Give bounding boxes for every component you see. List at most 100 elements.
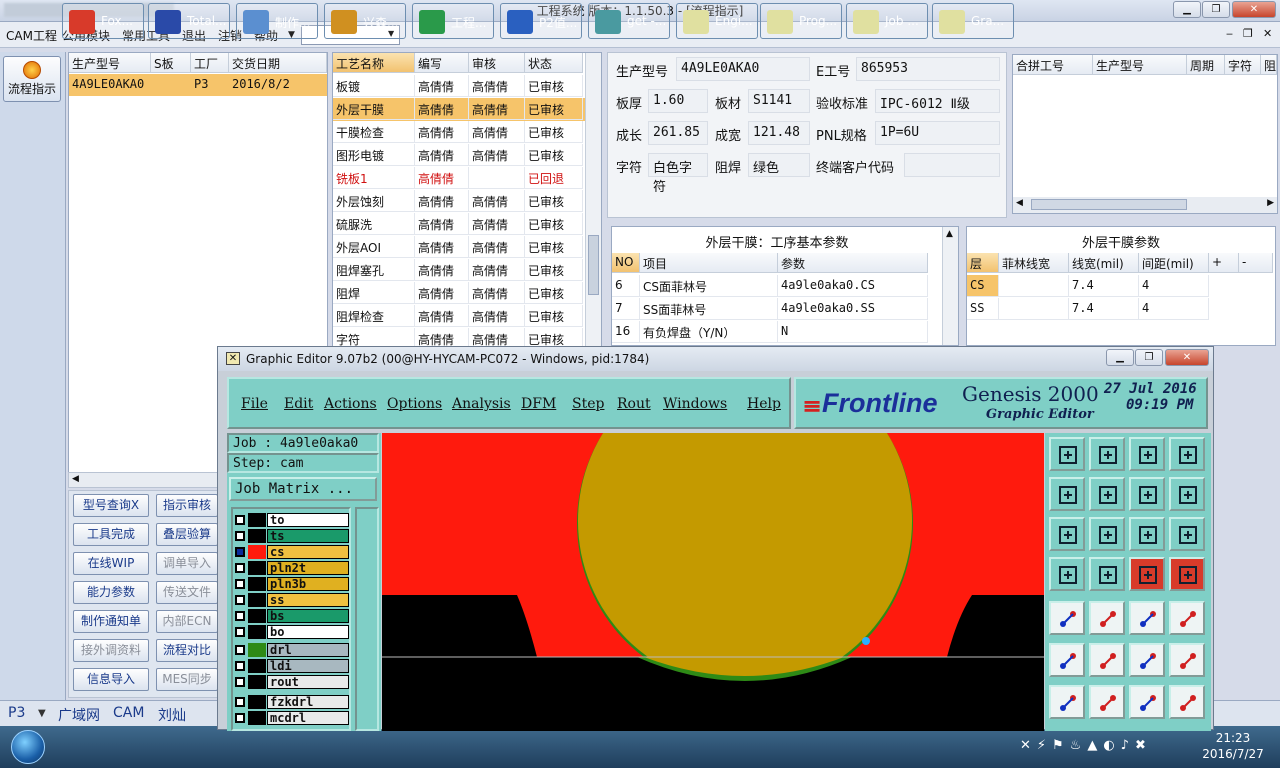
taskbar-item[interactable]: Gra... (932, 3, 1014, 39)
char-field[interactable]: 白色字符 (648, 153, 708, 195)
genesis-menu-item[interactable]: File (241, 396, 268, 412)
layer-checkbox[interactable] (235, 547, 245, 557)
col-header[interactable]: 工厂 (191, 53, 229, 73)
layer-color-swatch[interactable] (248, 625, 266, 639)
action-button[interactable]: 信息导入 (73, 668, 149, 691)
layer-name[interactable]: fzkdrl (267, 695, 349, 709)
layer-checkbox[interactable] (235, 563, 245, 573)
mdi-close-icon[interactable]: ✕ (1263, 27, 1272, 40)
scroll-thumb[interactable] (588, 235, 599, 295)
col-header[interactable]: 状态 (525, 53, 583, 73)
layer-color-swatch[interactable] (248, 561, 266, 575)
col-header[interactable]: 层 (967, 253, 999, 273)
zoom-center-icon[interactable] (1089, 517, 1125, 551)
layer-name[interactable]: bo (267, 625, 349, 639)
scroll-right-icon[interactable]: ▶ (1267, 198, 1274, 208)
layer-color-swatch[interactable] (248, 529, 266, 543)
layer-row[interactable]: bo (235, 625, 349, 639)
table-row[interactable]: 铣板1 高倩倩 已回退 (333, 167, 585, 190)
col-header[interactable]: 生产型号 (1093, 55, 1187, 75)
customer-code-field[interactable] (904, 153, 1000, 177)
genesis-menu-item[interactable]: Rout (617, 396, 651, 412)
cross-icon[interactable] (1089, 643, 1125, 677)
action-button[interactable]: 内部ECN (156, 610, 218, 633)
action-button[interactable]: 在线WIP (73, 552, 149, 575)
col-header[interactable]: 合拼工号 (1013, 55, 1093, 75)
layer-name[interactable]: bs (267, 609, 349, 623)
save-layer-icon[interactable] (1089, 437, 1125, 471)
action-button[interactable]: 工具完成 (73, 523, 149, 546)
genesis-close-button[interactable]: ✕ (1165, 349, 1209, 366)
layer-color-swatch[interactable] (248, 711, 266, 725)
connect-icon[interactable] (1049, 643, 1085, 677)
pad-icon[interactable] (1049, 601, 1085, 635)
layer-checkbox[interactable] (235, 531, 245, 541)
table-row[interactable]: 阻焊塞孔 高倩倩 高倩倩 已审核 (333, 259, 585, 282)
taskbar-item[interactable]: P2值... (500, 3, 582, 39)
line-red-icon[interactable] (1129, 643, 1165, 677)
taskbar-item[interactable]: Total... (148, 3, 230, 39)
layer-color-swatch[interactable] (248, 513, 266, 527)
length-field[interactable]: 261.85 (648, 121, 708, 145)
layer-color-swatch[interactable] (248, 695, 266, 709)
menu-cam[interactable]: CAM工程 (6, 27, 57, 44)
pnl-field[interactable]: 1P=6U (875, 121, 1000, 145)
minimize-button[interactable]: ▁ (1173, 1, 1201, 18)
col-header[interactable]: 审核 (469, 53, 525, 73)
genesis-menu-item[interactable]: Step (572, 396, 604, 412)
action-button[interactable]: 叠层验算 (156, 523, 218, 546)
mask-field[interactable]: 绿色 (748, 153, 810, 177)
arrow-left-icon[interactable] (1049, 477, 1085, 511)
zoom-fit-icon[interactable] (1049, 517, 1085, 551)
layer-row[interactable]: ts (235, 529, 349, 543)
genesis-maximize-button[interactable]: ❐ (1135, 349, 1163, 366)
col-header[interactable]: 周期 (1187, 55, 1225, 75)
layer-row[interactable]: to (235, 513, 349, 527)
layer-scrollbar[interactable] (355, 507, 379, 731)
taskbar-item[interactable]: Job ... (846, 3, 928, 39)
table-row[interactable]: 外层干膜 高倩倩 高倩倩 已审核 (333, 98, 585, 121)
angle-icon[interactable] (1049, 685, 1085, 719)
measure-icon[interactable] (1049, 557, 1085, 591)
chevron-down-icon[interactable]: ▼ (38, 708, 46, 719)
action-button[interactable]: 型号查询X (73, 494, 149, 517)
start-button[interactable] (2, 727, 56, 767)
layer-name[interactable]: cs (267, 545, 349, 559)
action-button[interactable]: 接外调资料 (73, 639, 149, 662)
vertical-scrollbar[interactable]: ▲ (942, 227, 958, 345)
mirror-icon[interactable] (1169, 685, 1205, 719)
taskbar-item[interactable]: Engi... (676, 3, 758, 39)
flow-instruction-button[interactable]: 流程指示 (3, 56, 61, 102)
layer-name[interactable]: pln2t (267, 561, 349, 575)
scroll-left-icon[interactable]: ◀ (1016, 198, 1023, 208)
mdi-minimize-icon[interactable]: ‒ (1226, 27, 1233, 40)
layer-row[interactable]: ss (235, 593, 349, 607)
table-row[interactable]: 阻焊 高倩倩 高倩倩 已审核 (333, 282, 585, 305)
thickness-field[interactable]: 1.60 (648, 89, 708, 113)
table-row[interactable]: 硫脲洗 高倩倩 高倩倩 已审核 (333, 213, 585, 236)
taskbar-item[interactable]: Prog... (760, 3, 842, 39)
layer-name[interactable]: drl (267, 643, 349, 657)
home-icon[interactable] (1129, 437, 1165, 471)
col-header[interactable]: + (1209, 253, 1239, 273)
horizontal-scrollbar[interactable]: ◀ ▶ (1013, 197, 1277, 213)
table-row[interactable]: 干膜检查 高倩倩 高倩倩 已审核 (333, 121, 585, 144)
snap-alt-icon[interactable] (1169, 557, 1205, 591)
layer-checkbox[interactable] (235, 611, 245, 621)
layer-row[interactable]: drl (235, 643, 349, 657)
ruler-icon[interactable] (1129, 601, 1165, 635)
scroll-thumb[interactable] (1031, 199, 1187, 210)
open-layer-icon[interactable] (1049, 437, 1085, 471)
taskbar-item[interactable]: Fox... (62, 3, 144, 39)
layer-row[interactable]: fzkdrl (235, 695, 349, 709)
action-button[interactable]: 调单导入 (156, 552, 218, 575)
model-field[interactable]: 4A9LE0AKA0 (676, 57, 810, 81)
col-header[interactable]: 工艺名称 (333, 53, 415, 73)
col-header[interactable]: 间距(mil) (1139, 253, 1209, 273)
genesis-menu-item[interactable]: Analysis (452, 396, 511, 412)
circle-icon[interactable] (1169, 601, 1205, 635)
layer-row[interactable]: mcdrl (235, 711, 349, 725)
layer-checkbox[interactable] (235, 713, 245, 723)
maximize-button[interactable]: ❐ (1202, 1, 1230, 18)
genesis-menu-item[interactable]: Actions (324, 396, 377, 412)
